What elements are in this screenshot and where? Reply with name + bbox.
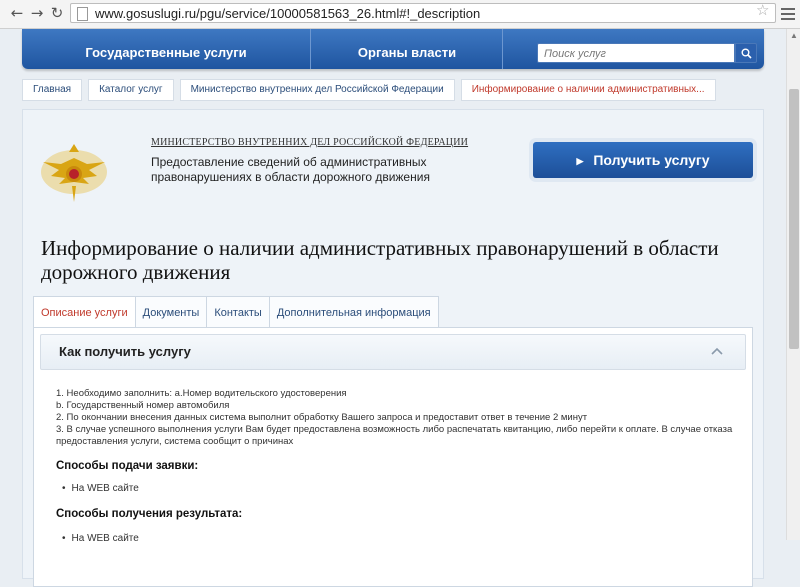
get-service-button[interactable]: ▶ Получить услугу xyxy=(533,142,753,178)
ministry-link[interactable]: МИНИСТЕРСТВО ВНУТРЕННИХ ДЕЛ РОССИЙСКОЙ Ф… xyxy=(151,137,468,148)
breadcrumb-home[interactable]: Главная xyxy=(22,79,83,101)
submit-method-item: На WEB сайте xyxy=(62,483,139,494)
emblem-icon xyxy=(41,144,107,202)
browser-toolbar: ← → ↻ www.gosuslugi.ru/pgu/service/10000… xyxy=(0,0,800,29)
scroll-thumb[interactable] xyxy=(789,89,799,349)
bookmark-star-icon[interactable]: ☆ xyxy=(756,1,769,19)
tab-description[interactable]: Описание услуги xyxy=(33,296,136,328)
breadcrumb: Главная Каталог услуг Министерство внутр… xyxy=(22,79,722,101)
top-navigation: Государственные услуги Органы власти Пои… xyxy=(22,29,764,69)
address-bar[interactable]: www.gosuslugi.ru/pgu/service/10000581563… xyxy=(70,3,776,23)
result-methods-title: Способы получения результата: xyxy=(56,508,243,520)
reload-icon[interactable]: ↻ xyxy=(48,4,66,22)
step-item: 1. Необходимо заполнить: а.Номер водител… xyxy=(56,388,347,399)
tab-panel: Как получить услугу 1. Необходимо заполн… xyxy=(33,327,753,587)
accordion-title: Как получить услугу xyxy=(59,344,191,359)
search-button[interactable] xyxy=(735,43,757,63)
nav-authorities[interactable]: Органы власти xyxy=(310,29,503,69)
forward-icon[interactable]: → xyxy=(28,4,46,22)
submit-methods-title: Способы подачи заявки: xyxy=(56,460,199,472)
service-card: МИНИСТЕРСТВО ВНУТРЕННИХ ДЕЛ РОССИЙСКОЙ Ф… xyxy=(22,109,764,587)
nav-gov-services[interactable]: Государственные услуги xyxy=(22,29,310,69)
steps-list: 1. Необходимо заполнить: а.Номер водител… xyxy=(56,388,736,448)
tab-contacts[interactable]: Контакты xyxy=(207,296,270,328)
get-service-label: Получить услугу xyxy=(593,152,710,168)
result-method-item: На WEB сайте xyxy=(62,533,139,544)
search-icon xyxy=(741,48,752,59)
page-title: Информирование о наличии административны… xyxy=(41,236,719,284)
scroll-up-icon[interactable]: ▲ xyxy=(787,29,800,43)
breadcrumb-current: Информирование о наличии административны… xyxy=(460,79,716,101)
play-arrow-icon: ▶ xyxy=(576,156,584,167)
accordion-header[interactable]: Как получить услугу xyxy=(40,334,746,370)
breadcrumb-ministry[interactable]: Министерство внутренних дел Российской Ф… xyxy=(179,79,455,101)
menu-icon[interactable] xyxy=(781,8,795,23)
search-area: Поиск услуг xyxy=(502,29,765,69)
page-scrollbar[interactable]: ▲ xyxy=(786,29,800,540)
back-icon[interactable]: ← xyxy=(8,4,26,22)
chevron-up-icon[interactable] xyxy=(711,347,723,355)
page-icon xyxy=(77,7,88,21)
service-description: Предоставление сведений об административ… xyxy=(151,155,430,184)
step-item: 2. По окончании внесения данных система … xyxy=(56,412,588,423)
breadcrumb-catalog[interactable]: Каталог услуг xyxy=(88,79,174,101)
step-item: 3. В случае успешного выполнения услуги … xyxy=(56,424,733,447)
url-text: www.gosuslugi.ru/pgu/service/10000581563… xyxy=(95,6,481,21)
tab-bar: Описание услуги Документы Контакты Допол… xyxy=(33,296,439,328)
tab-additional-info[interactable]: Дополнительная информация xyxy=(269,296,439,328)
search-input[interactable]: Поиск услуг xyxy=(537,43,735,63)
step-item: b. Государственный номер автомобиля xyxy=(56,400,230,411)
tab-documents[interactable]: Документы xyxy=(135,296,208,328)
